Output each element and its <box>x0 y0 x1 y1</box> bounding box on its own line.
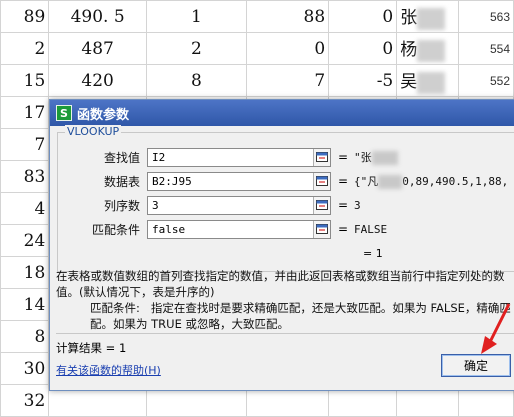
arg-label: 数据表 <box>103 174 140 189</box>
table-row: 15 420 8 7 -5 吴 552 <box>0 64 514 97</box>
param-description: 匹配条件: 指定在查找时是要求精确匹配，还是大致匹配。如果为 FALSE，精确匹… <box>90 300 514 332</box>
sheet-cell[interactable]: 563 <box>458 0 514 33</box>
sheet-cell[interactable]: 张 <box>396 0 460 33</box>
sheet-cell[interactable]: 552 <box>458 64 514 97</box>
arg-row-table-array: 数据表 B2:J95 = {"凡 0,89,490.5,1,88, <box>58 171 508 191</box>
sheet-cell[interactable]: 1 <box>146 0 247 33</box>
masked-text <box>378 175 403 189</box>
arg-result-text: "张 <box>354 151 372 164</box>
range-select-button[interactable] <box>313 148 330 166</box>
table-array-input[interactable]: B2:J95 <box>147 171 331 191</box>
dialog-titlebar[interactable]: S 函数参数 <box>50 100 514 126</box>
range-select-button[interactable] <box>313 220 330 238</box>
vlookup-args-group: VLOOKUP 查找值 I2 = "张 数据表 B2:J95 = {"凡 0,89… <box>57 125 514 272</box>
sheet-cell[interactable]: 24 <box>0 224 50 257</box>
arg-result: {"凡 0,89,490.5,1,88, <box>354 173 508 189</box>
param-description-text: 指定在查找时是要求精确匹配，还是大致匹配。如果为 FALSE，精确匹配。如果为 … <box>90 301 511 331</box>
sheet-cell[interactable]: 32 <box>0 384 50 417</box>
sheet-cell[interactable]: 0 <box>328 0 398 33</box>
sheet-cell[interactable]: 83 <box>0 160 50 193</box>
sheet-cell[interactable]: 杨 <box>396 32 460 65</box>
cell-text: 吴 <box>400 72 418 93</box>
sheet-cell[interactable]: 89 <box>0 0 50 33</box>
range-select-icon <box>316 176 328 186</box>
param-name: 匹配条件: <box>90 301 140 315</box>
lookup-value-input[interactable]: I2 <box>147 147 331 167</box>
arg-result-tail: 0,89,490.5,1,88, <box>402 175 509 188</box>
calc-result: 计算结果 = 1 <box>56 341 127 355</box>
equals-sign: = <box>337 222 349 236</box>
arg-row-range-lookup: 匹配条件 false = FALSE <box>58 219 387 239</box>
arg-value: B2:J95 <box>152 174 192 188</box>
sheet-cell[interactable]: -5 <box>328 64 398 97</box>
arg-row-lookup-value: 查找值 I2 = "张 <box>58 147 398 167</box>
equals-sign: = <box>337 198 349 212</box>
function-total-result: = 1 <box>363 247 383 260</box>
red-arrow-annotation <box>481 303 511 354</box>
arg-value: false <box>152 222 186 236</box>
sheet-cell[interactable]: 17 <box>0 96 50 129</box>
function-arguments-dialog: S 函数参数 VLOOKUP 查找值 I2 = "张 数据表 B2:J95 = … <box>49 99 514 391</box>
sheet-cell[interactable]: 88 <box>245 0 330 33</box>
sheet-cell[interactable]: 0 <box>328 32 398 65</box>
divider <box>56 333 514 334</box>
sheet-cell[interactable]: 4 <box>0 192 50 225</box>
cell-text: 杨 <box>400 40 418 61</box>
arg-result: "张 <box>354 149 398 165</box>
sheet-cell[interactable]: 487 <box>48 32 148 65</box>
sheet-cell[interactable]: 8 <box>0 320 50 353</box>
sheet-cell[interactable]: 420 <box>48 64 148 97</box>
sheet-cell[interactable]: 18 <box>0 256 50 289</box>
equals-sign: = <box>337 174 349 188</box>
range-select-button[interactable] <box>313 196 330 214</box>
arg-label: 匹配条件 <box>91 222 140 237</box>
range-select-button[interactable] <box>313 172 330 190</box>
col-index-input[interactable]: 3 <box>147 195 331 215</box>
masked-text <box>417 7 446 30</box>
sheet-cell[interactable]: 2 <box>0 32 50 65</box>
sheet-cell[interactable]: 490. 5 <box>48 0 148 33</box>
range-select-icon <box>316 152 328 162</box>
arg-value: 3 <box>152 198 159 212</box>
wps-app-icon: S <box>56 105 72 121</box>
sheet-cell[interactable]: 8 <box>146 64 247 97</box>
sheet-cell[interactable]: 0 <box>245 32 330 65</box>
masked-text <box>417 71 446 94</box>
sheet-cell[interactable]: 吴 <box>396 64 460 97</box>
table-row: 89 490. 5 1 88 0 张 563 <box>0 0 514 33</box>
sheet-cell[interactable]: 7 <box>245 64 330 97</box>
arg-result: FALSE <box>354 222 388 236</box>
function-name-label: VLOOKUP <box>65 125 122 138</box>
sheet-cell[interactable]: 7 <box>0 128 50 161</box>
arg-value: I2 <box>152 150 166 164</box>
cell-text: 张 <box>400 8 418 29</box>
masked-text <box>417 39 446 62</box>
table-row: 2 487 2 0 0 杨 554 <box>0 32 514 65</box>
sheet-cell[interactable]: 554 <box>458 32 514 65</box>
arg-result: 3 <box>354 198 361 212</box>
sheet-cell[interactable]: 30 <box>0 352 50 385</box>
arg-result-text: {"凡 <box>354 175 379 188</box>
masked-text <box>371 151 398 165</box>
arg-row-col-index: 列序数 3 = 3 <box>58 195 361 215</box>
range-select-icon <box>316 200 328 210</box>
arg-label: 查找值 <box>103 150 140 165</box>
sheet-cell[interactable]: 14 <box>0 288 50 321</box>
range-select-icon <box>316 224 328 234</box>
equals-sign: = <box>337 150 349 164</box>
function-description: 在表格或数值数组的首列查找指定的数值，并由此返回表格或数组当前行中指定列处的数值… <box>56 269 505 299</box>
arg-label: 列序数 <box>103 198 140 213</box>
sheet-cell[interactable]: 2 <box>146 32 247 65</box>
help-link[interactable]: 有关该函数的帮助(H) <box>56 362 161 378</box>
sheet-cell[interactable]: 15 <box>0 64 50 97</box>
dialog-title: 函数参数 <box>77 107 130 123</box>
range-lookup-input[interactable]: false <box>147 219 331 239</box>
